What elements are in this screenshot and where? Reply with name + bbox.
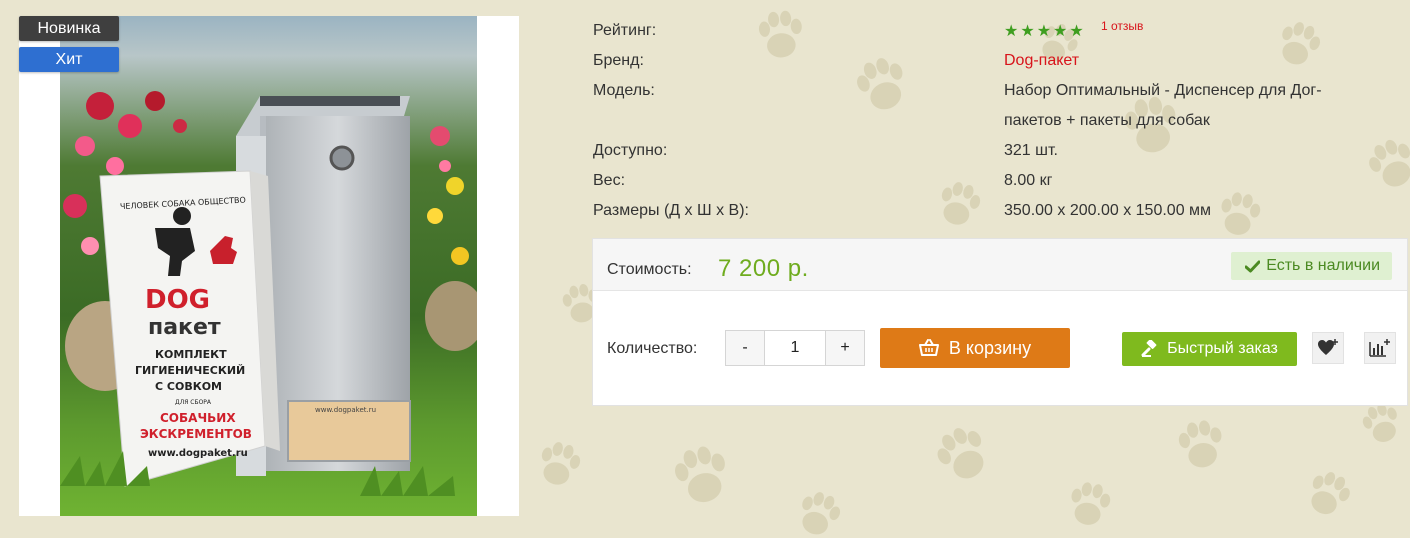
check-icon (1245, 260, 1261, 272)
stock-status-label: Есть в наличии (1266, 257, 1380, 274)
star-icon: ★ (1069, 23, 1084, 40)
add-to-cart-button[interactable]: В корзину (880, 328, 1070, 368)
quantity-stepper: - + (725, 330, 865, 366)
badge-hit: Хит (19, 47, 119, 72)
weight-label: Вес: (593, 172, 626, 189)
package-line2: ГИГИЕНИЧЕСКИЙ (135, 364, 245, 377)
package-logo-paket: пакет (148, 315, 221, 340)
price-label: Стоимость: (607, 261, 692, 278)
star-icon: ★ (1004, 23, 1019, 40)
brand-link[interactable]: Dog-пакет (1004, 51, 1079, 71)
star-icon: ★ (1053, 23, 1068, 40)
package-line3: С СОВКОМ (155, 380, 222, 393)
reviews-link[interactable]: 1 отзыв (1101, 19, 1143, 33)
package-url: www.dogpaket.ru (148, 448, 248, 459)
add-to-cart-label: В корзину (948, 337, 1032, 358)
quick-order-label: Быстрый заказ (1167, 340, 1278, 357)
star-icon: ★ (1020, 23, 1035, 40)
dimensions-label: Размеры (Д х Ш х В): (593, 202, 749, 219)
product-photo-illustration: ЧЕЛОВЕК СОБАКА ОБЩЕСТВО DOG пакет КОМПЛЕ… (60, 91, 477, 496)
package-line6: ЭКСКРЕМЕНТОВ (140, 427, 252, 441)
star-icon: ★ (1036, 23, 1052, 40)
available-label: Доступно: (593, 142, 668, 159)
product-image-card[interactable]: ЧЕЛОВЕК СОБАКА ОБЩЕСТВО DOG пакет КОМПЛЕ… (19, 16, 519, 516)
quantity-increase-button[interactable]: + (825, 331, 864, 365)
model-value: Набор Оптимальный - Диспенсер для Дог-па… (1004, 82, 1322, 129)
weight-value: 8.00 кг (1004, 172, 1053, 189)
rating-label: Рейтинг: (593, 22, 657, 39)
quick-order-button[interactable]: Быстрый заказ (1122, 332, 1297, 366)
package-line1: КОМПЛЕКТ (155, 348, 227, 361)
quantity-decrease-button[interactable]: - (726, 331, 765, 365)
compare-chart-icon (1369, 339, 1390, 357)
package-logo-dog: DOG (145, 285, 210, 315)
quantity-label: Количество: (607, 340, 698, 357)
package-line4: ДЛЯ СБОРА (175, 399, 212, 406)
rating-stars[interactable]: ★ ★ ★ ★ ★ (1004, 24, 1084, 40)
price-value: 7 200 р. (718, 255, 809, 282)
package-line5: СОБАЧЬИХ (160, 411, 236, 425)
quantity-input[interactable] (765, 331, 825, 365)
basket-icon (918, 339, 939, 356)
gavel-icon (1141, 340, 1157, 357)
brand-label: Бренд: (593, 52, 644, 69)
model-label: Модель: (593, 82, 655, 99)
stock-status-badge: Есть в наличии (1231, 252, 1392, 280)
price-bar: Стоимость: 7 200 р. Есть в наличии (593, 239, 1407, 291)
heart-plus-icon (1318, 339, 1338, 355)
product-photo[interactable]: ЧЕЛОВЕК СОБАКА ОБЩЕСТВО DOG пакет КОМПЛЕ… (60, 16, 477, 516)
purchase-panel: Стоимость: 7 200 р. Есть в наличии Колич… (592, 238, 1408, 406)
available-value: 321 шт. (1004, 142, 1058, 159)
add-to-wishlist-button[interactable] (1312, 332, 1344, 364)
badge-new: Новинка (19, 16, 119, 41)
dispenser-url: www.dogpaket.ru (315, 406, 376, 414)
dimensions-value: 350.00 x 200.00 x 150.00 мм (1004, 202, 1212, 219)
add-to-compare-button[interactable] (1364, 332, 1396, 364)
